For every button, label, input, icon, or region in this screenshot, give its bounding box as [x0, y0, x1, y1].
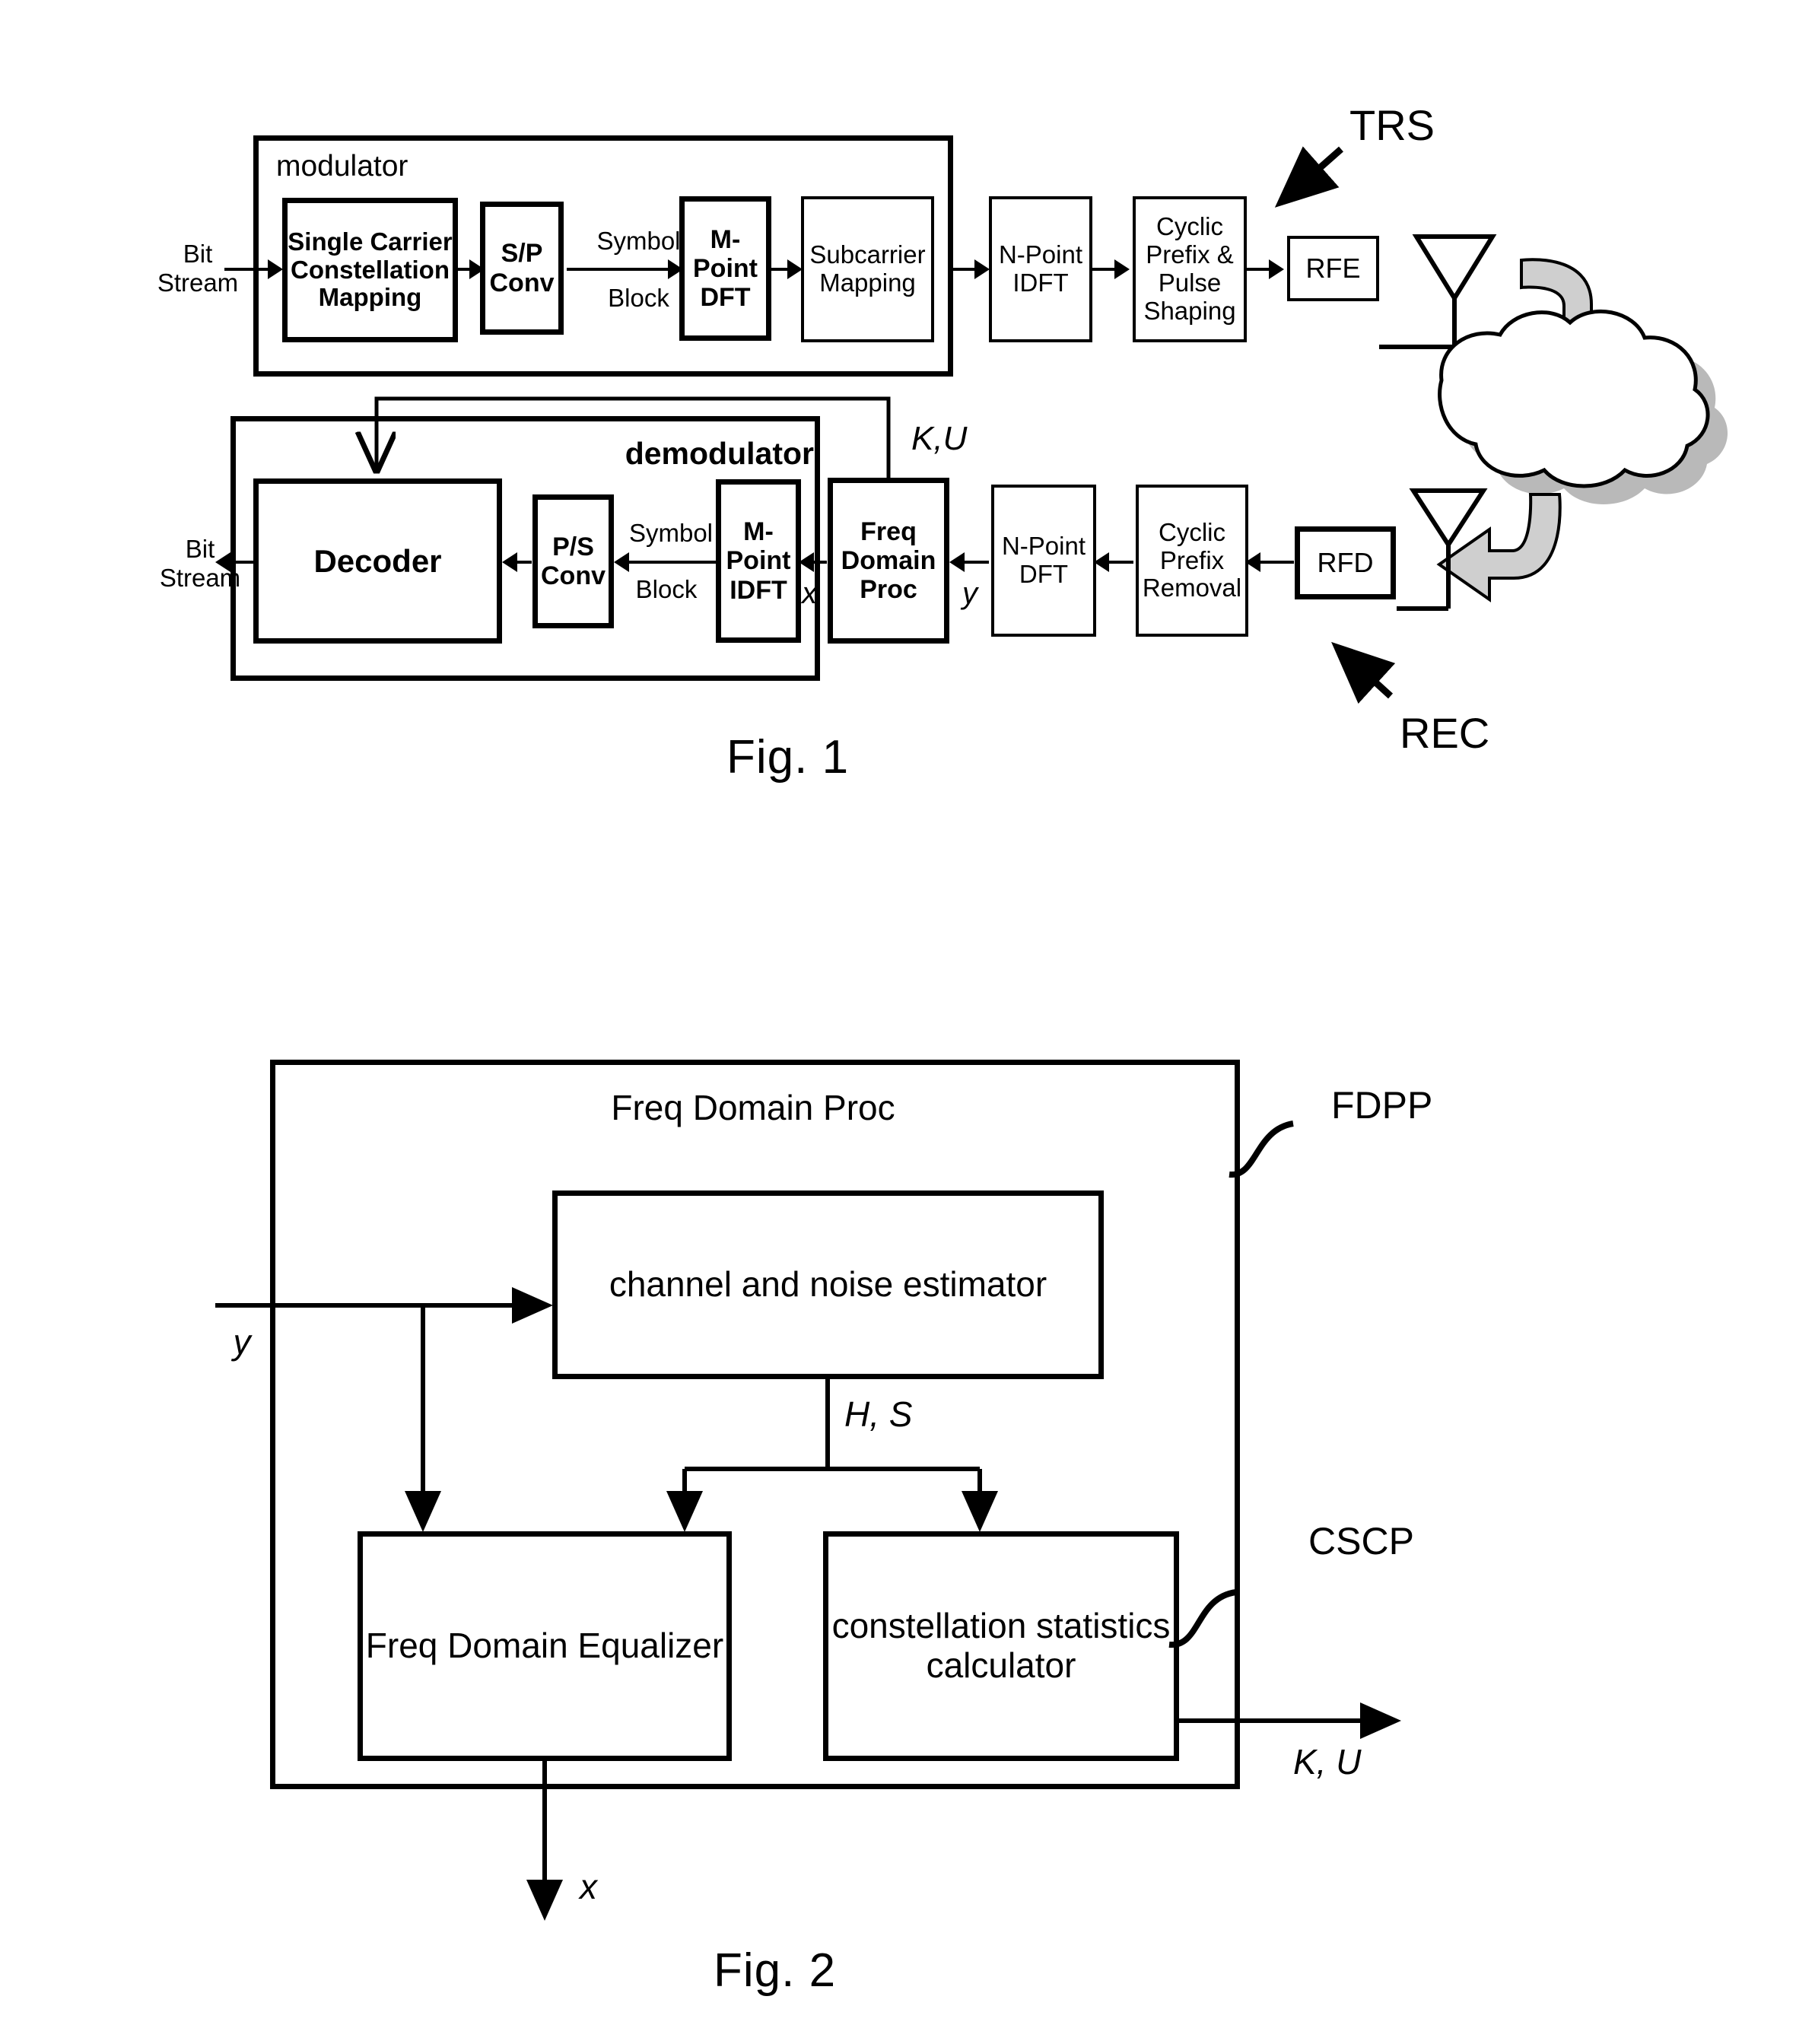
tx-input-arrowhead	[268, 259, 283, 279]
link-cpr-to-ndft-arrowhead	[1094, 552, 1109, 572]
block-m-point-idft: M- Point IDFT	[716, 479, 801, 643]
link-nidft-to-cp-arrowhead	[1114, 259, 1130, 279]
link-fdp-to-midft-arrowhead	[799, 552, 814, 572]
block-sp-conv: S/P Conv	[480, 202, 564, 335]
block-rfe: RFE	[1287, 236, 1379, 301]
block-channel-and-noise-estimator: channel and noise estimator	[552, 1190, 1104, 1379]
block-label: S/P Conv	[489, 239, 555, 297]
signal-hs-label: H, S	[844, 1394, 913, 1434]
signal-y-label-fig2: y	[233, 1322, 251, 1362]
figure-2-caption: Fig. 2	[714, 1944, 837, 1997]
block-single-carrier-constellation-mapping: Single Carrier Constellation Mapping	[282, 198, 458, 342]
link-ps-to-decoder-arrowhead	[502, 552, 517, 572]
link-midft-to-ps-arrowhead	[614, 552, 629, 572]
block-subcarrier-mapping: Subcarrier Mapping	[801, 196, 934, 342]
feedback-ku-label: K,U	[911, 420, 968, 457]
figure-1-caption: Fig. 1	[726, 731, 850, 784]
block-label: Single Carrier Constellation Mapping	[288, 227, 453, 312]
rec-reference-label: REC	[1400, 709, 1490, 757]
trs-callout-arrow	[1274, 146, 1343, 208]
block-label: constellation statistics calculator	[831, 1606, 1171, 1685]
block-label: M- Point IDFT	[726, 517, 791, 605]
block-label: P/S Conv	[541, 532, 606, 590]
rec-callout-arrow	[1331, 641, 1396, 704]
tx-antenna-icon	[1379, 234, 1497, 349]
block-label: M- Point DFT	[693, 224, 758, 313]
block-freq-domain-proc: Freq Domain Proc	[828, 478, 949, 644]
link-midft-to-ps	[616, 561, 717, 564]
modulator-title: modulator	[276, 150, 408, 183]
rx-output-arrowhead	[215, 552, 230, 572]
block-rfd: RFD	[1295, 526, 1396, 599]
block-freq-domain-equalizer: Freq Domain Equalizer	[358, 1531, 732, 1761]
rx-antenna-icon	[1397, 488, 1488, 611]
rx-symbol-block-label-2: Block	[635, 575, 698, 603]
block-label: Cyclic Prefix & Pulse Shaping	[1143, 212, 1236, 325]
link-mdft-to-subcarrier-arrowhead	[787, 259, 803, 279]
block-label: N-Point DFT	[1001, 532, 1086, 588]
patent-figure-page: modulator Bit Stream Single Carrier Cons…	[0, 0, 1796, 2044]
signal-ku-label-fig2: K, U	[1293, 1742, 1362, 1782]
block-cyclic-prefix-pulse-shaping: Cyclic Prefix & Pulse Shaping	[1133, 196, 1247, 342]
block-label: RFE	[1305, 252, 1361, 284]
fdpp-reference-label: FDPP	[1331, 1084, 1433, 1127]
tx-input-line	[224, 268, 272, 271]
block-constellation-statistics-calculator: constellation statistics calculator	[823, 1531, 1179, 1761]
block-decoder: Decoder	[253, 478, 502, 644]
signal-y-label-fig1: y	[962, 577, 977, 610]
link-rfd-to-cpr-arrowhead	[1245, 552, 1260, 572]
block-label: RFD	[1317, 546, 1374, 578]
rx-symbol-block-label: Symbol	[628, 519, 714, 547]
demodulator-title: demodulator	[625, 436, 814, 471]
block-n-point-idft: N-Point IDFT	[989, 196, 1092, 342]
trs-reference-label: TRS	[1349, 101, 1435, 149]
block-cyclic-prefix-removal: Cyclic Prefix Removal	[1136, 485, 1248, 637]
link-modulator-to-nidft-arrowhead	[974, 259, 990, 279]
link-ndft-to-fdp-arrowhead	[949, 552, 965, 572]
signal-x-label-fig2: x	[580, 1867, 597, 1906]
block-m-point-dft: M- Point DFT	[679, 196, 771, 341]
link-cp-to-rfe-arrowhead	[1269, 259, 1284, 279]
channel-cloud-icon	[1438, 310, 1728, 504]
fdpp-container-title: Freq Domain Proc	[611, 1088, 895, 1127]
channel-cloud-label: Channel	[1501, 350, 1595, 378]
cscp-reference-label: CSCP	[1308, 1520, 1414, 1562]
block-label: Decoder	[313, 542, 442, 579]
block-label: Freq Domain Proc	[841, 517, 936, 605]
block-label: N-Point IDFT	[998, 240, 1083, 297]
block-label: Cyclic Prefix Removal	[1142, 517, 1242, 602]
block-label: Freq Domain Equalizer	[365, 1626, 724, 1666]
downlink-curved-arrow-icon	[1436, 493, 1562, 602]
block-label: channel and noise estimator	[609, 1264, 1047, 1305]
link-sp-to-mdft	[567, 268, 677, 271]
block-ps-conv: P/S Conv	[532, 494, 614, 628]
signal-x-label-fig1: x	[802, 577, 817, 610]
block-label: Subcarrier Mapping	[809, 240, 926, 297]
block-n-point-dft-rx: N-Point DFT	[991, 485, 1096, 637]
